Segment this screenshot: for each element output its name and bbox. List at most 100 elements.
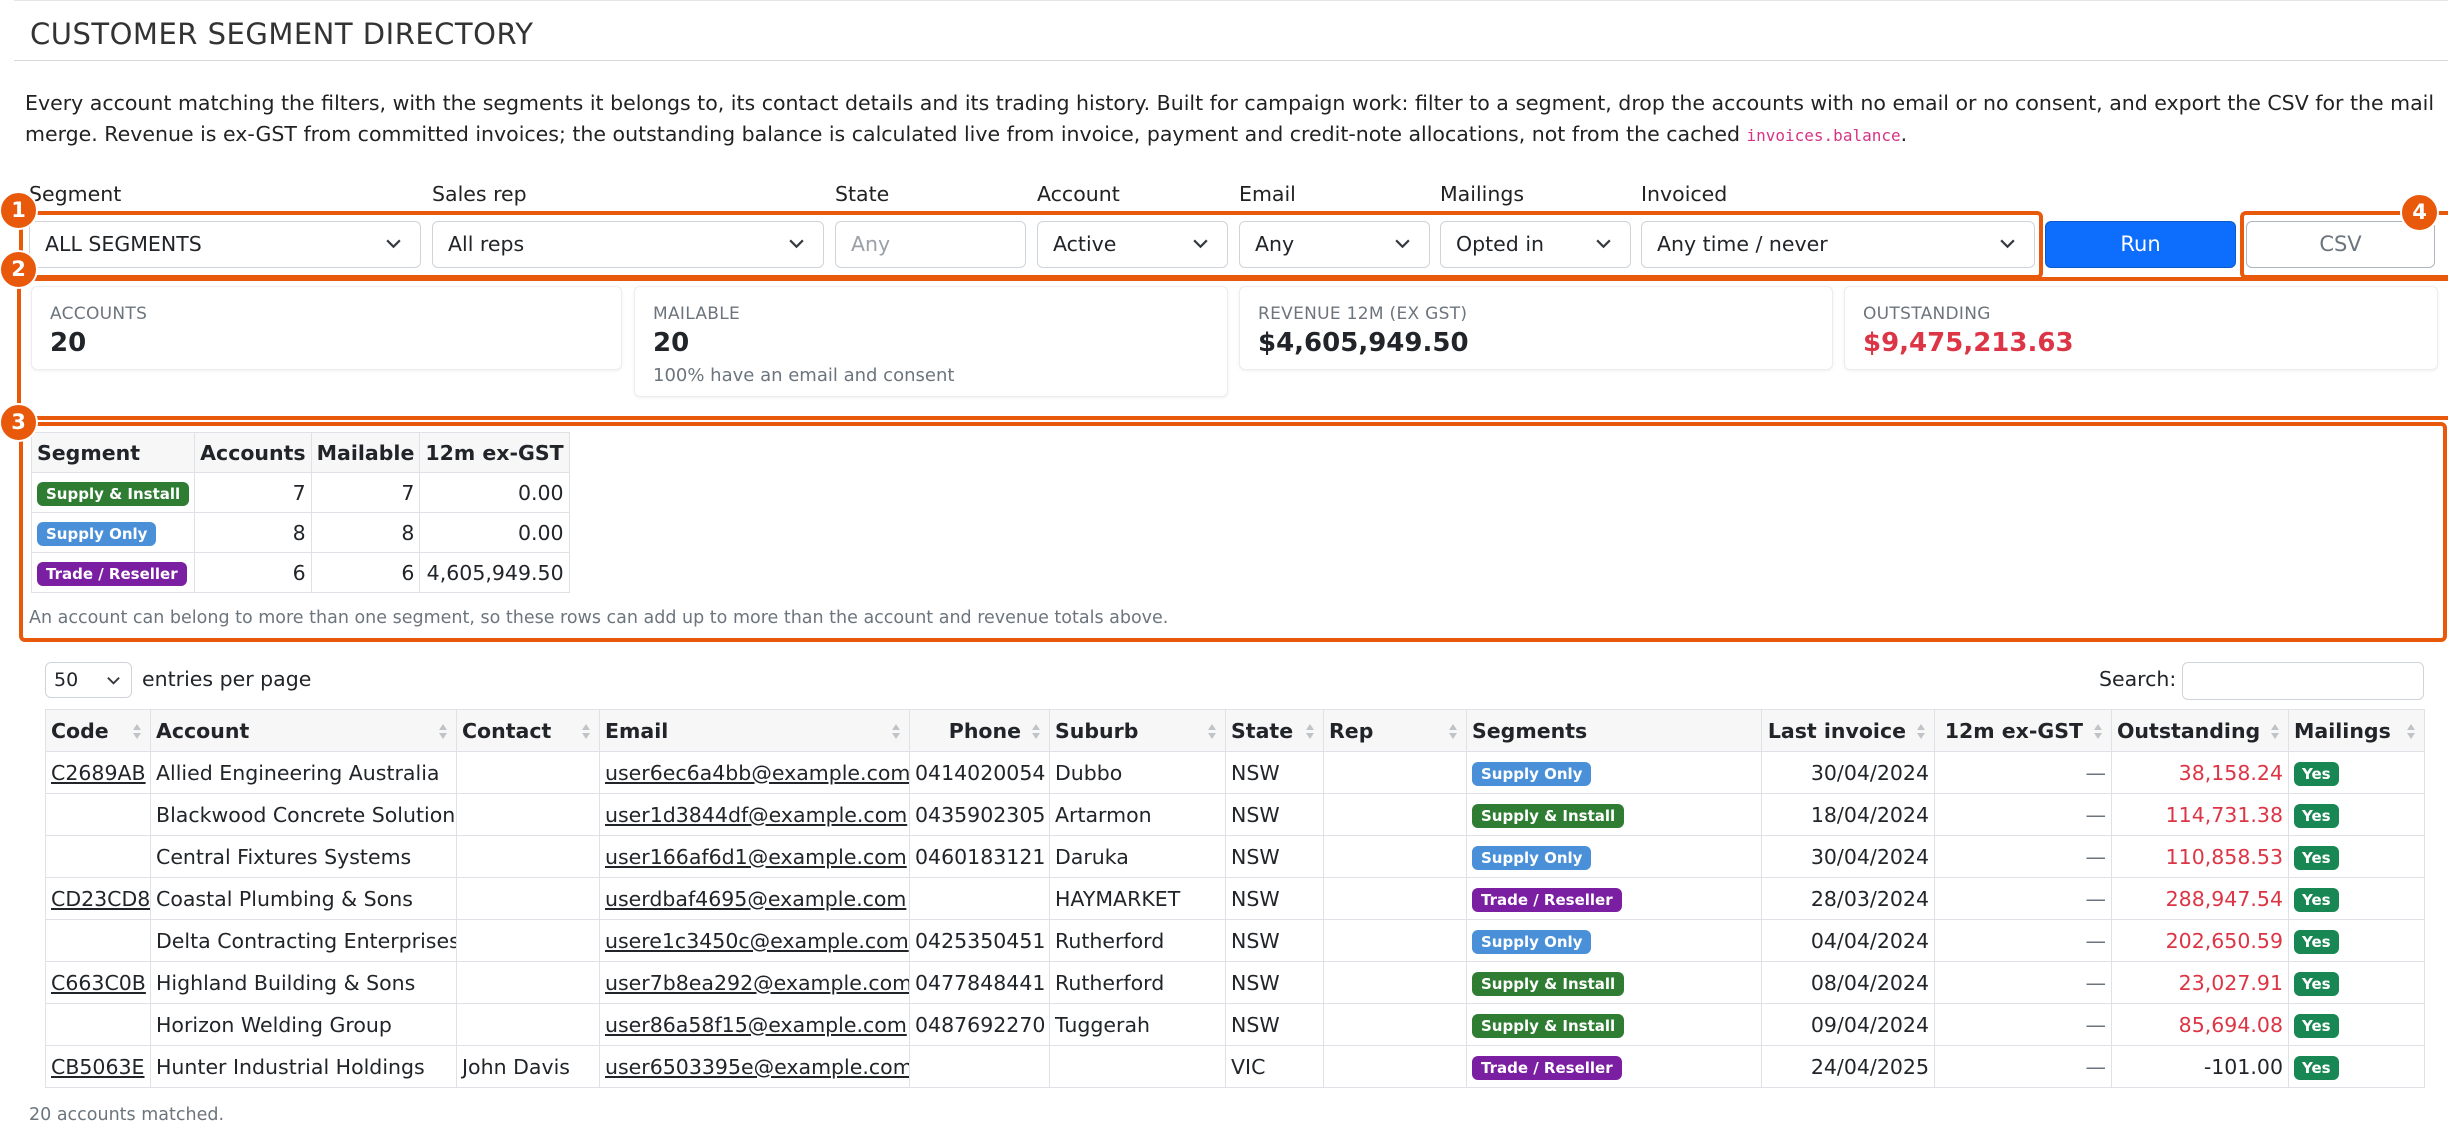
account-name-cell: Blackwood Concrete Solutions — [150, 793, 457, 836]
outstanding-balance-cell: 288,947.54 — [2111, 877, 2289, 920]
sales-rep-cell — [1323, 1045, 1467, 1088]
sort-icon — [2271, 724, 2279, 739]
sort-icon — [892, 724, 900, 739]
outstanding-balance-cell: 114,731.38 — [2111, 793, 2289, 836]
revenue-12m: — — [2085, 844, 2107, 869]
revenue-12m-col-header[interactable]: 12m ex-GST — [1934, 709, 2112, 752]
table-row[interactable]: Horizon Welding Group user86a58f15@exampl… — [45, 1003, 2425, 1046]
sort-icon — [1449, 724, 1457, 739]
account-code[interactable]: CD23CD8 — [51, 887, 150, 911]
last-invoice-date: 30/04/2024 — [1810, 844, 1929, 869]
segment-badge-cell: Supply Only — [1466, 835, 1762, 878]
phone-number-cell: 0414020054 — [909, 751, 1050, 794]
state-cell: NSW — [1225, 751, 1324, 794]
account-col-header[interactable]: Account — [150, 709, 457, 752]
email-link[interactable]: user7b8ea292@example.com — [605, 971, 909, 995]
last-invoice-date: 09/04/2024 — [1810, 1012, 1929, 1037]
mailings-status-cell: Yes — [2288, 835, 2425, 878]
suburb-cell: HAYMARKET — [1049, 877, 1226, 920]
run-button[interactable]: Run — [2045, 221, 2236, 268]
entries-per-page-select[interactable]: 50 — [45, 662, 132, 698]
account-name: Hunter Industrial Holdings — [156, 1054, 425, 1079]
revenue-12m-cell: — — [1934, 835, 2112, 878]
revenue-12m: — — [2085, 1012, 2107, 1037]
mailings-col-header[interactable]: Mailings — [2288, 709, 2425, 752]
filter-row-highlight — [19, 211, 2043, 279]
state: NSW — [1231, 1012, 1280, 1037]
email-link[interactable]: usere1c3450c@example.com — [605, 929, 909, 953]
accounts-table-header-row: Code Account Contact Email Phone Suburb … — [45, 709, 2425, 752]
phone-number: 0425350451 — [915, 928, 1046, 953]
state: NSW — [1231, 970, 1280, 995]
revenue-12m-cell: — — [1934, 1045, 2112, 1088]
email-label: Email — [1239, 182, 1296, 206]
contact-name-cell — [456, 961, 600, 1004]
code-col-header[interactable]: Code — [45, 709, 151, 752]
suburb-cell: Rutherford — [1049, 961, 1226, 1004]
email-link-cell: user6503395e@example.com — [599, 1045, 910, 1088]
email-link[interactable]: userdbaf4695@example.com — [605, 887, 906, 911]
account-code[interactable]: C663C0B — [51, 971, 146, 995]
account-name: Blackwood Concrete Solutions — [156, 802, 457, 827]
account-code-cell — [45, 919, 151, 962]
suburb-col-header[interactable]: Suburb — [1049, 709, 1226, 752]
table-row[interactable]: CB5063E Hunter Industrial Holdings John Da… — [45, 1045, 2425, 1088]
table-row[interactable]: CD23CD8 Coastal Plumbing & Sons userdbaf46… — [45, 877, 2425, 920]
segments-col-header: Segments — [1466, 709, 1762, 752]
segment-badge-cell: Supply Only — [1466, 751, 1762, 794]
state: NSW — [1231, 928, 1280, 953]
last-invoice-col-header[interactable]: Last invoice — [1761, 709, 1935, 752]
outstanding-balance: 288,947.54 — [2165, 886, 2283, 911]
entries-per-page-label: entries per page — [142, 667, 312, 691]
table-row[interactable]: C2689AB Allied Engineering Australia user6… — [45, 751, 2425, 794]
outstanding-balance-cell: 23,027.91 — [2111, 961, 2289, 1004]
outstanding-col-header[interactable]: Outstanding — [2111, 709, 2289, 752]
suburb: Dubbo — [1055, 760, 1123, 785]
marker-2: 2 — [0, 250, 38, 289]
search-input[interactable] — [2182, 662, 2424, 700]
account-code-cell — [45, 835, 151, 878]
email-link-cell: user166af6d1@example.com — [599, 835, 910, 878]
email-link-cell: user7b8ea292@example.com — [599, 961, 910, 1004]
table-row[interactable]: Blackwood Concrete Solutions user1d3844df… — [45, 793, 2425, 836]
email-link-cell: user6ec6a4bb@example.com — [599, 751, 910, 794]
phone-number-cell: 0460183121 — [909, 835, 1050, 878]
email-link[interactable]: user6ec6a4bb@example.com — [605, 761, 909, 785]
phone-number: 0460183121 — [915, 844, 1046, 869]
sort-icon — [1306, 724, 1314, 739]
suburb: Rutherford — [1055, 928, 1165, 953]
chevron-down-icon — [107, 677, 120, 685]
outstanding-balance: 23,027.91 — [2178, 970, 2283, 995]
table-row[interactable]: Delta Contracting Enterprises usere1c3450… — [45, 919, 2425, 962]
search-label: Search: — [2099, 667, 2177, 691]
email-link[interactable]: user6503395e@example.com — [605, 1055, 909, 1079]
account-code[interactable]: CB5063E — [51, 1055, 145, 1079]
suburb-cell — [1049, 1045, 1226, 1088]
phone-number-cell — [909, 877, 1050, 920]
sort-icon — [2094, 724, 2102, 739]
revenue-12m-cell: — — [1934, 961, 2112, 1004]
phone-col-header[interactable]: Phone — [909, 709, 1050, 752]
page-description: Every account matching the filters, with… — [25, 88, 2435, 151]
email-link[interactable]: user1d3844df@example.com — [605, 803, 907, 827]
phone-number: 0414020054 — [915, 760, 1046, 785]
table-row[interactable]: Central Fixtures Systems user166af6d1@exa… — [45, 835, 2425, 878]
table-row[interactable]: C663C0B Highland Building & Sons user7b8ea… — [45, 961, 2425, 1004]
email-col-header[interactable]: Email — [599, 709, 910, 752]
state-col-header[interactable]: State — [1225, 709, 1324, 752]
email-link[interactable]: user86a58f15@example.com — [605, 1013, 907, 1037]
accounts-table-body: C2689AB Allied Engineering Australia user6… — [45, 751, 2425, 1088]
account-name-cell: Highland Building & Sons — [150, 961, 457, 1004]
account-code-cell: CD23CD8 — [45, 877, 151, 920]
description-code: invoices.balance — [1746, 126, 1901, 145]
marker-4: 4 — [2400, 193, 2439, 232]
rep-col-header[interactable]: Rep — [1323, 709, 1467, 752]
segment-badge-cell: Supply & Install — [1466, 1003, 1762, 1046]
email-link[interactable]: user166af6d1@example.com — [605, 845, 907, 869]
contact-col-header[interactable]: Contact — [456, 709, 600, 752]
last-invoice-date: 30/04/2024 — [1810, 760, 1929, 785]
suburb: Artarmon — [1055, 802, 1152, 827]
account-code[interactable]: C2689AB — [51, 761, 146, 785]
phone-number-cell: 0425350451 — [909, 919, 1050, 962]
contact-name-cell — [456, 835, 600, 878]
